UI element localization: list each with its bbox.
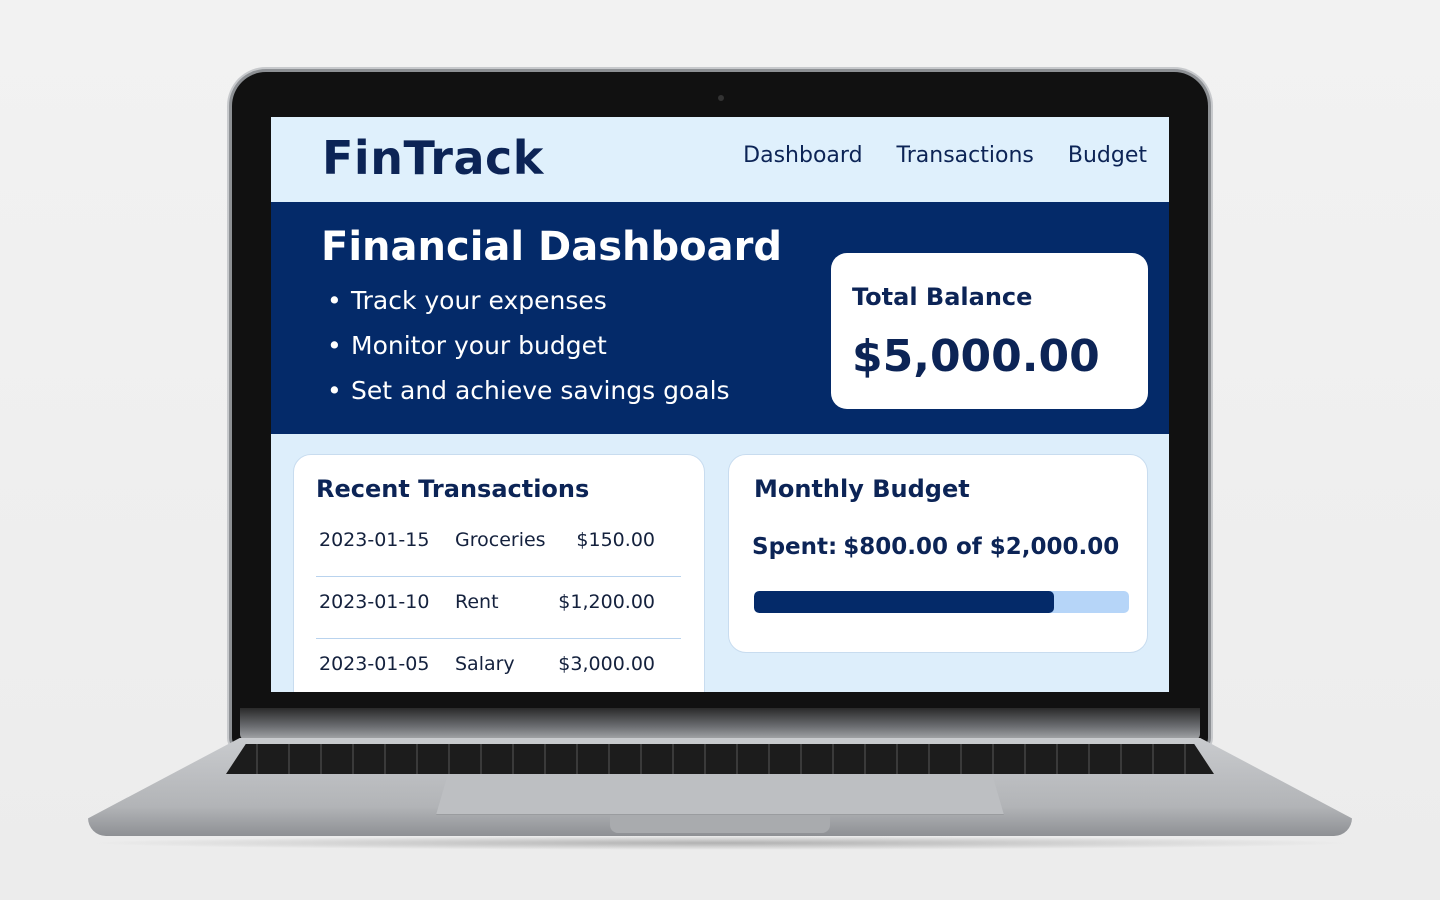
budget-spent-prefix: Spent: [752, 534, 838, 560]
monthly-budget-title: Monthly Budget [754, 475, 970, 503]
camera-icon [718, 95, 724, 101]
laptop-keyboard [226, 744, 1214, 774]
transaction-date: 2023-01-05 [319, 653, 430, 675]
transaction-row[interactable]: 2023-01-05 Salary $3,000.00 [316, 639, 681, 692]
budget-progress-fill [754, 591, 1054, 613]
total-balance-card: Total Balance $5,000.00 [831, 253, 1148, 409]
transaction-row[interactable]: 2023-01-15 Groceries $150.00 [316, 515, 681, 577]
transaction-date: 2023-01-15 [319, 529, 430, 551]
app-screen: FinTrack Dashboard Transactions Budget F… [271, 117, 1169, 692]
transaction-category: Salary [455, 653, 515, 675]
laptop-lid-notch [610, 815, 830, 833]
transaction-amount: $1,200.00 [558, 591, 655, 613]
recent-transactions-title: Recent Transactions [316, 475, 590, 503]
top-navigation-bar: FinTrack Dashboard Transactions Budget [271, 117, 1169, 202]
budget-spent-value: $800.00 of $2,000.00 [843, 534, 1120, 560]
feature-item: Track your expenses [327, 278, 730, 323]
laptop-trackpad [436, 776, 1004, 815]
nav-dashboard[interactable]: Dashboard [743, 143, 862, 168]
transaction-row[interactable]: 2023-01-10 Rent $1,200.00 [316, 577, 681, 639]
transaction-category: Rent [455, 591, 499, 613]
transaction-date: 2023-01-10 [319, 591, 430, 613]
total-balance-label: Total Balance [852, 283, 1033, 311]
transaction-category: Groceries [455, 529, 546, 551]
feature-list: Track your expenses Monitor your budget … [327, 278, 730, 413]
monthly-budget-panel: Monthly Budget Spent: $800.00 of $2,000.0… [728, 454, 1148, 653]
transaction-amount: $150.00 [576, 529, 655, 551]
transactions-list: 2023-01-15 Groceries $150.00 2023-01-10 … [316, 515, 681, 692]
brand-logo[interactable]: FinTrack [322, 131, 544, 185]
total-balance-value: $5,000.00 [852, 331, 1100, 382]
recent-transactions-panel: Recent Transactions 2023-01-15 Groceries… [293, 454, 705, 692]
nav-transactions[interactable]: Transactions [897, 143, 1034, 168]
page-title: Financial Dashboard [321, 224, 782, 270]
budget-spent-text: Spent: $800.00 of $2,000.00 [752, 534, 1125, 560]
feature-item: Monitor your budget [327, 323, 730, 368]
feature-item: Set and achieve savings goals [327, 368, 730, 413]
nav-budget[interactable]: Budget [1068, 143, 1147, 168]
hero-banner: Financial Dashboard Track your expenses … [271, 202, 1169, 434]
transaction-amount: $3,000.00 [558, 653, 655, 675]
budget-progress-bar [754, 591, 1129, 613]
laptop-hinge [240, 708, 1200, 740]
laptop-shadow [80, 836, 1360, 850]
main-nav: Dashboard Transactions Budget [743, 143, 1147, 168]
